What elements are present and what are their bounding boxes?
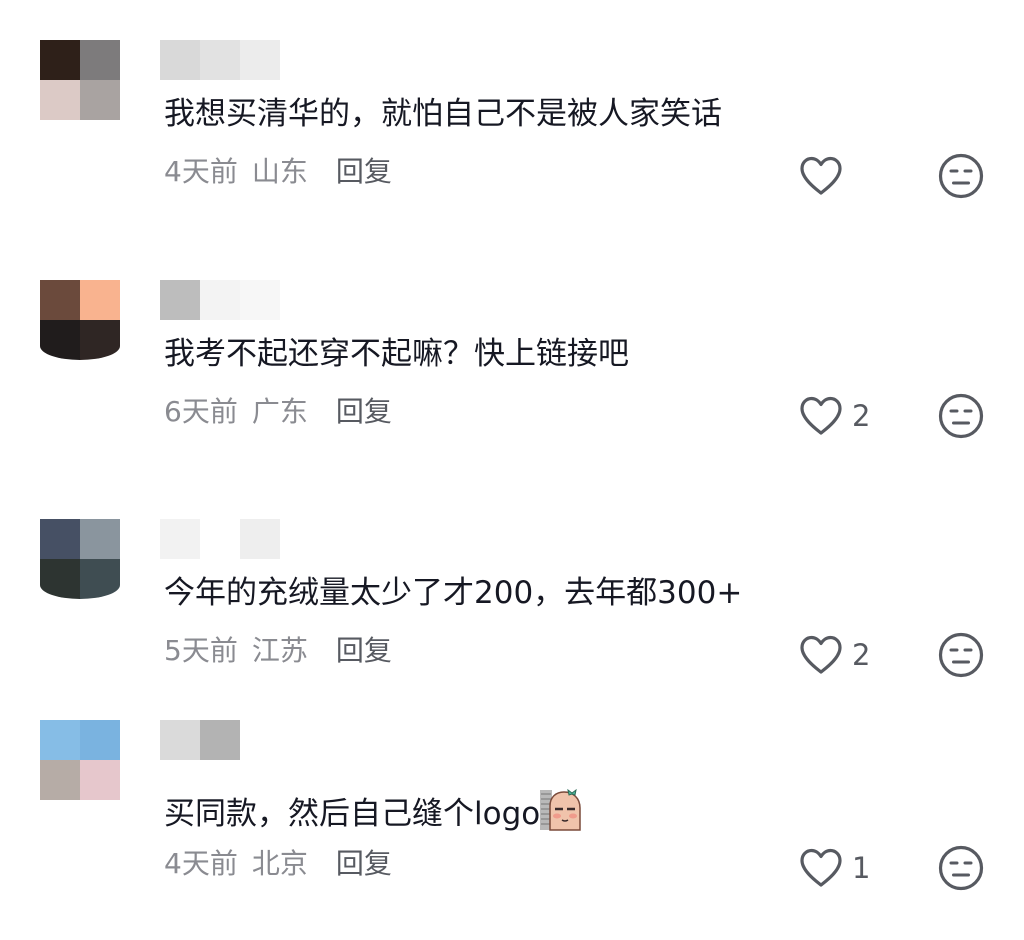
like-button[interactable]: 1 (798, 846, 870, 890)
neutral-face-icon (938, 845, 984, 891)
reply-button[interactable]: 回复 (336, 847, 392, 880)
dislike-button[interactable] (937, 152, 985, 200)
comment-location: 山东 (251, 155, 308, 188)
dislike-button[interactable] (937, 844, 985, 892)
like-button[interactable]: 2 (798, 394, 870, 438)
neutral-face-icon (938, 632, 984, 678)
comment-location: 北京 (251, 847, 308, 880)
avatar-tile (40, 760, 80, 800)
username-blurred[interactable] (160, 280, 280, 320)
heart-outline-icon (800, 635, 842, 674)
comment-text: 今年的充绒量太少了才200，去年都300+ (164, 575, 743, 611)
username-blurred[interactable] (160, 519, 280, 559)
avatar-tile (40, 280, 80, 320)
comment-text: 买同款，然后自己缝个logo (164, 796, 541, 832)
avatar-tile (40, 519, 80, 559)
comment-text: 我考不起还穿不起嘛？快上链接吧 (164, 336, 629, 372)
comment-location: 广东 (251, 395, 308, 428)
comment-meta: 4天前 北京 回复 (164, 846, 392, 882)
comment-item: 我考不起还穿不起嘛？快上链接吧 6天前 广东 回复 2 (0, 280, 1024, 500)
heart-outline-icon (800, 848, 842, 887)
heart-outline-icon (800, 396, 842, 435)
like-button[interactable] (798, 154, 852, 198)
avatar-tile (40, 320, 80, 360)
neutral-face-icon (938, 393, 984, 439)
username-blurred[interactable] (160, 720, 280, 760)
like-count: 2 (852, 399, 871, 433)
comment-item: 今年的充绒量太少了才200，去年都300+ 5天前 江苏 回复 2 (0, 519, 1024, 739)
avatar-tile (80, 40, 120, 80)
like-button[interactable]: 2 (798, 633, 870, 677)
avatar-tile (40, 559, 80, 599)
avatar[interactable] (40, 720, 120, 800)
avatar-tile (80, 80, 120, 120)
comment-meta: 5天前 江苏 回复 (164, 633, 392, 669)
peeking-sausage-emoji (540, 786, 584, 832)
heart-outline-icon (800, 156, 842, 195)
comment-time: 4天前 (164, 847, 238, 880)
avatar[interactable] (40, 40, 120, 120)
like-count: 1 (852, 851, 871, 885)
avatar-tile (80, 320, 120, 360)
avatar-tile (40, 80, 80, 120)
avatar-tile (80, 519, 120, 559)
avatar-tile (80, 559, 120, 599)
comment-text: 我想买清华的，就怕自己不是被人家笑话 (164, 96, 722, 132)
like-count: 2 (852, 638, 871, 672)
comment-time: 4天前 (164, 155, 238, 188)
comment-location: 江苏 (251, 634, 308, 667)
comment-item: 我想买清华的，就怕自己不是被人家笑话 4天前 山东 回复 (0, 40, 1024, 260)
comment-time: 5天前 (164, 634, 238, 667)
comment-text-row: 买同款，然后自己缝个logo (164, 786, 584, 834)
comment-meta: 6天前 广东 回复 (164, 394, 392, 430)
avatar-tile (80, 280, 120, 320)
avatar[interactable] (40, 519, 120, 599)
avatar-tile (40, 40, 80, 80)
username-blurred[interactable] (160, 40, 280, 80)
reply-button[interactable]: 回复 (336, 395, 392, 428)
avatar-tile (40, 720, 80, 760)
reply-button[interactable]: 回复 (336, 155, 392, 188)
avatar-tile (80, 760, 120, 800)
avatar-tile (80, 720, 120, 760)
comment-meta: 4天前 山东 回复 (164, 154, 392, 190)
comment-time: 6天前 (164, 395, 238, 428)
dislike-button[interactable] (937, 631, 985, 679)
reply-button[interactable]: 回复 (336, 634, 392, 667)
dislike-button[interactable] (937, 392, 985, 440)
comment-item: 买同款，然后自己缝个logo 4天前 北京 回复 1 (0, 720, 1024, 940)
avatar[interactable] (40, 280, 120, 360)
neutral-face-icon (938, 153, 984, 199)
